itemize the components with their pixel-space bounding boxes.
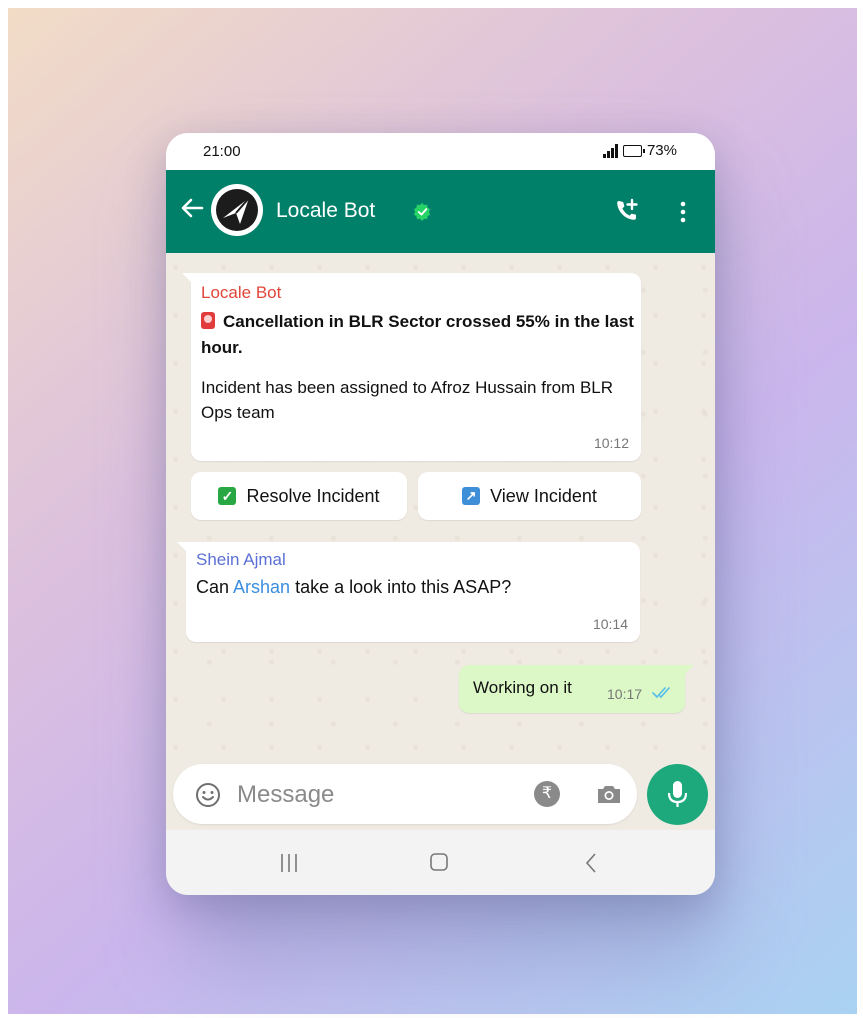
signal-icon [602, 143, 618, 158]
message-text: Working on it [473, 678, 572, 697]
status-indicators: 73% [602, 142, 677, 159]
external-link-icon: ↗ [462, 487, 481, 505]
payment-icon[interactable]: ₹ [534, 781, 560, 807]
message-time: 10:12 [593, 435, 629, 451]
alert-text: Cancellation in BLR Sector crossed 55% i… [201, 309, 636, 361]
message-text: Can Arshan take a look into this ASAP? [196, 577, 512, 597]
incoming-message-bot[interactable]: Locale Bot Cancellation in BLR Sector cr… [182, 273, 641, 461]
back-arrow-icon[interactable] [178, 194, 206, 222]
check-mark-icon: ✓ [218, 487, 237, 505]
verified-badge-icon [413, 202, 431, 221]
view-incident-button[interactable]: ↗ View Incident [418, 472, 641, 520]
bubble-tail [182, 273, 192, 283]
recent-apps-icon[interactable] [276, 853, 302, 873]
voice-record-button[interactable] [647, 764, 708, 825]
camera-icon[interactable] [595, 782, 623, 806]
home-icon[interactable] [429, 852, 449, 872]
view-incident-label: View Incident [490, 485, 597, 506]
emoji-icon[interactable] [195, 782, 221, 808]
status-time: 21:00 [203, 143, 241, 160]
message-time: 10:17 [607, 686, 643, 702]
add-call-icon[interactable] [614, 198, 640, 224]
alert-message: Cancellation in BLR Sector crossed 55% i… [201, 312, 634, 357]
system-navigation-bar [166, 830, 715, 895]
outgoing-message[interactable]: Working on it 10:17 [459, 665, 694, 713]
resolve-incident-label: Resolve Incident [246, 485, 380, 506]
message-composer: ₹ [173, 764, 637, 824]
bubble-tail [177, 542, 187, 552]
chat-area: Locale Bot Cancellation in BLR Sector cr… [166, 253, 715, 825]
phone-frame: 21:00 73% Locale Bot Locale Bot Cancella… [166, 133, 715, 895]
avatar[interactable] [209, 182, 265, 238]
message-time: 10:14 [592, 616, 628, 632]
user-mention[interactable]: Arshan [233, 577, 290, 597]
message-sender: Shein Ajmal [196, 550, 286, 569]
message-sender: Locale Bot [201, 283, 282, 302]
more-options-icon[interactable] [674, 199, 692, 225]
resolve-incident-button[interactable]: ✓ Resolve Incident [191, 472, 407, 520]
contact-name[interactable]: Locale Bot [276, 199, 375, 223]
message-input[interactable] [235, 774, 519, 816]
message-body: Incident has been assigned to Afroz Huss… [201, 378, 614, 422]
siren-icon [201, 312, 215, 329]
incoming-message-user[interactable]: Shein Ajmal Can Arshan take a look into … [177, 542, 640, 642]
bubble-tail [684, 665, 694, 675]
battery-icon [622, 144, 645, 157]
chat-header: Locale Bot [166, 170, 715, 253]
read-receipt-icon [652, 687, 670, 699]
system-back-icon[interactable] [584, 852, 598, 874]
status-bar: 21:00 73% [166, 133, 715, 170]
microphone-icon [667, 781, 688, 807]
battery-level: 73% [646, 142, 677, 159]
